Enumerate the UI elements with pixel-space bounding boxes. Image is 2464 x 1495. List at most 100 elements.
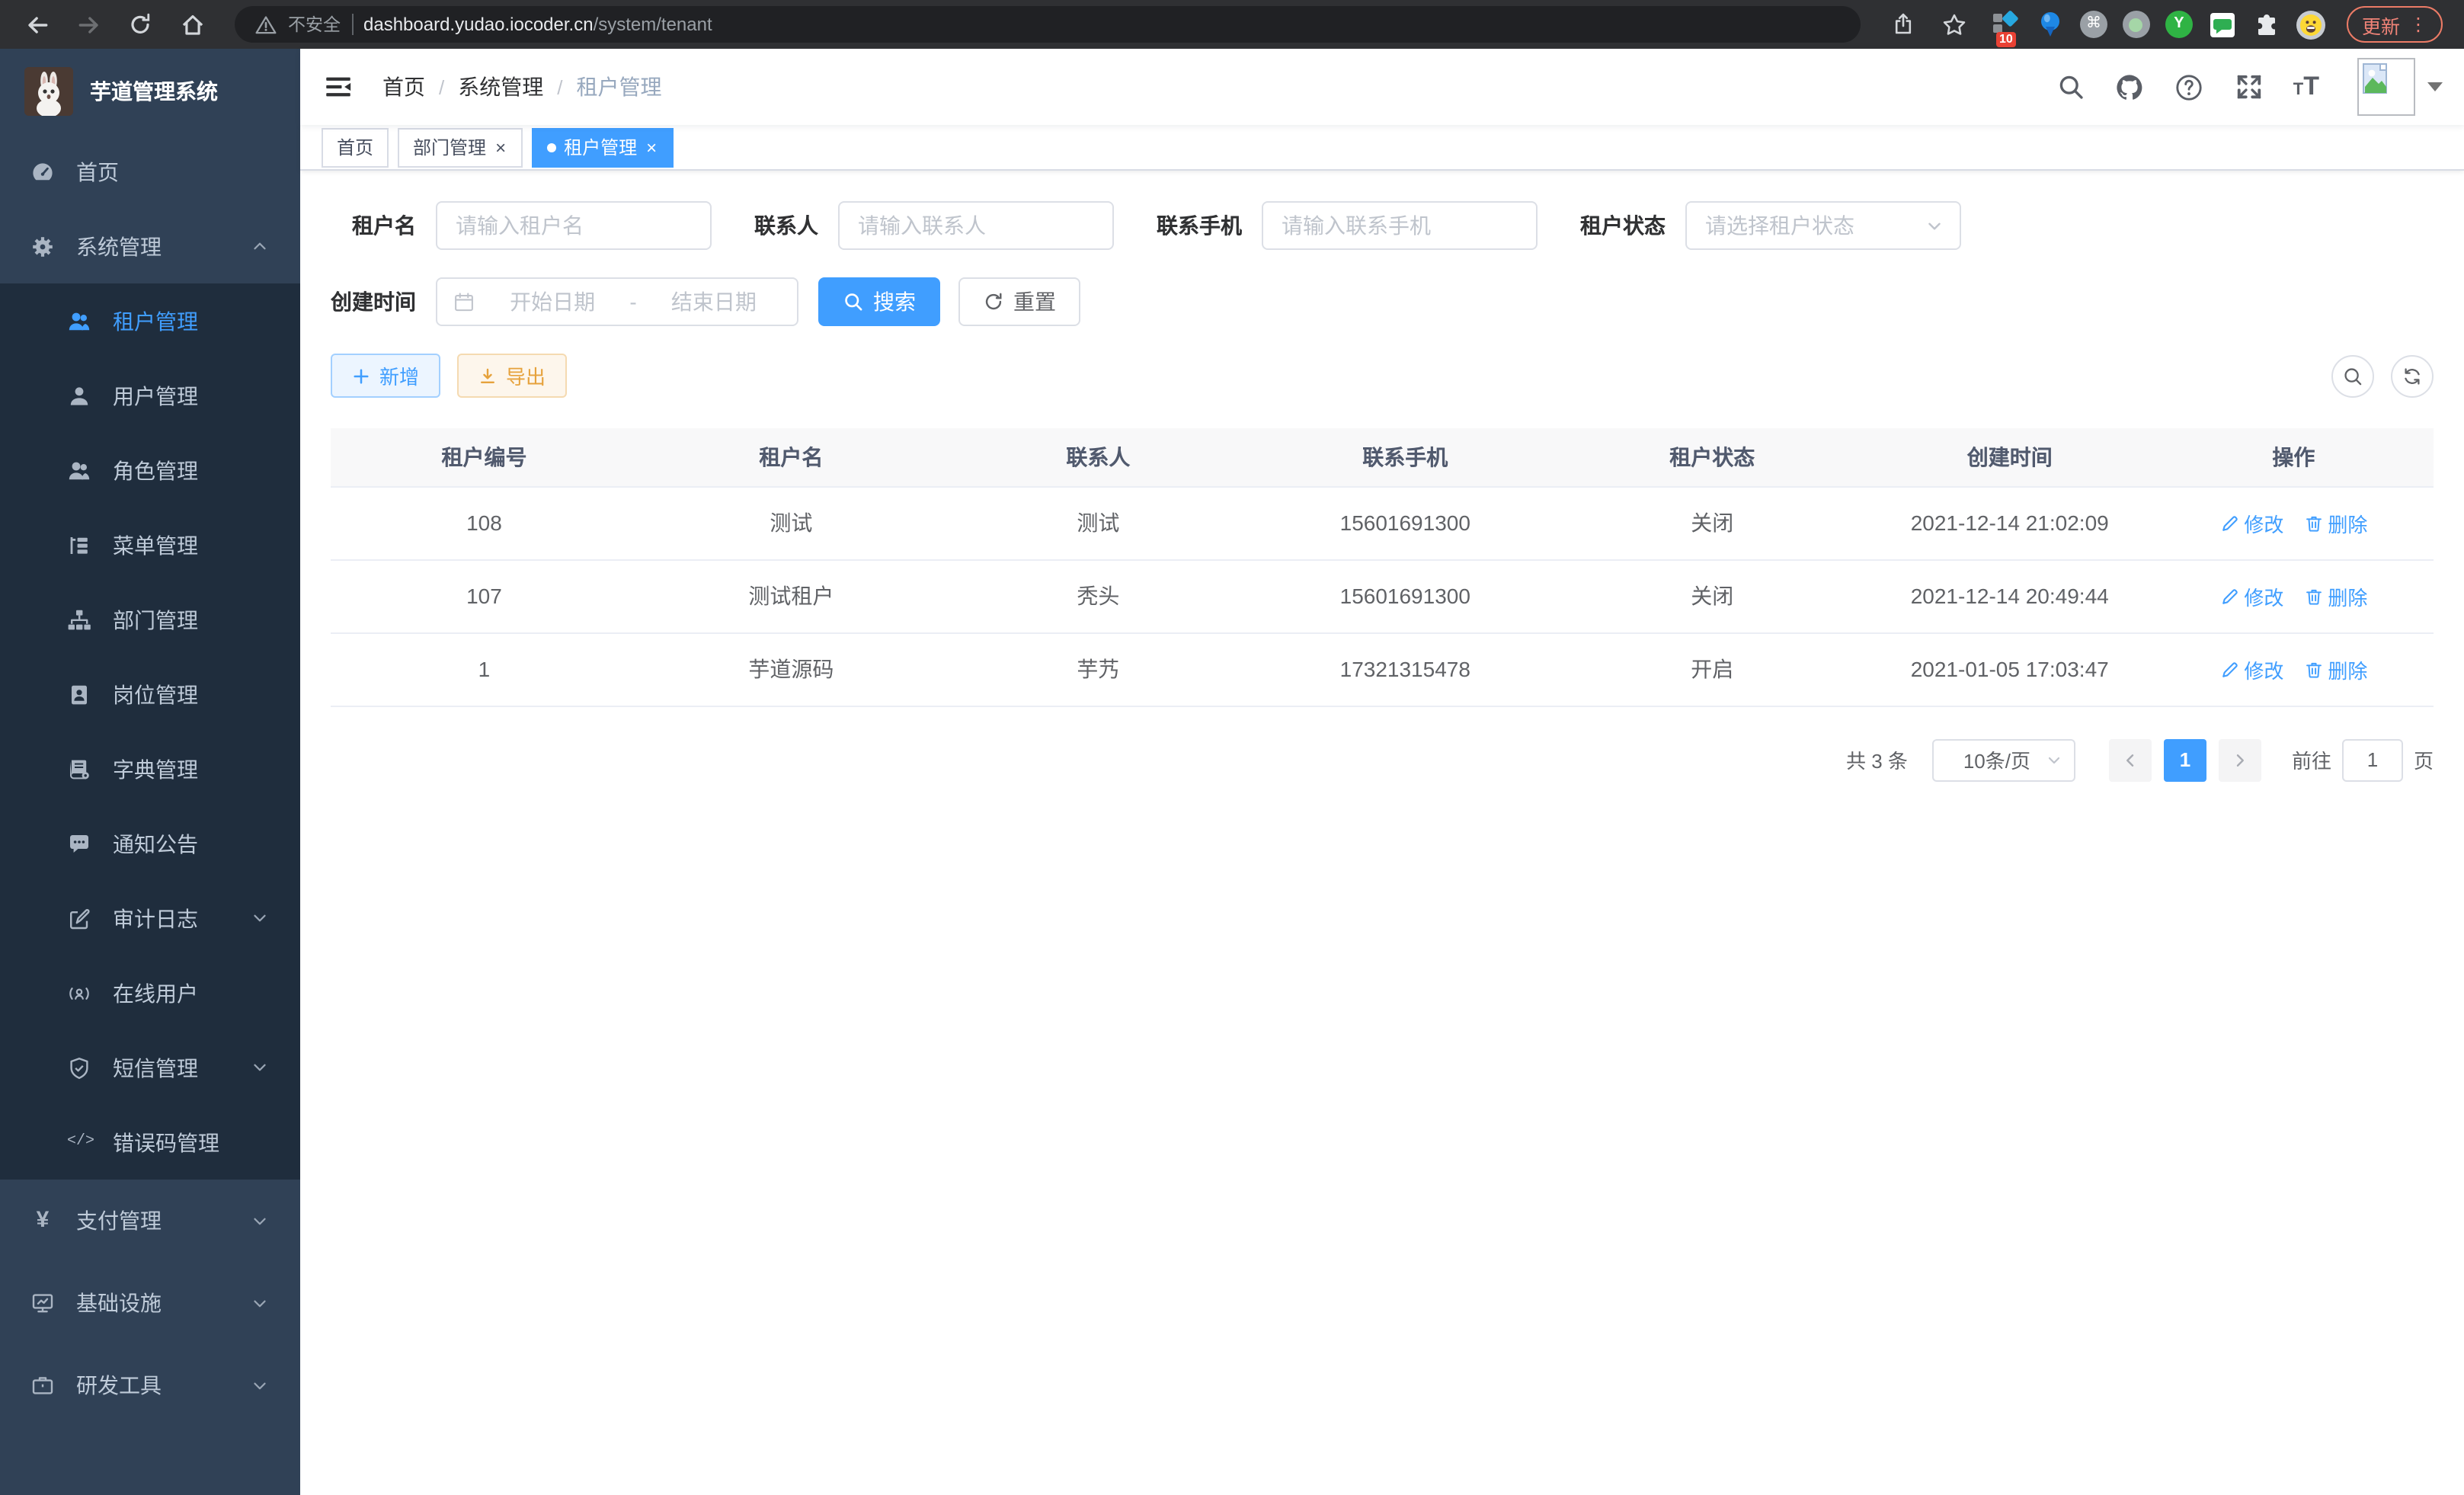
sidebar-group-pay[interactable]: ¥ 支付管理 <box>0 1180 300 1262</box>
close-icon[interactable]: × <box>645 138 658 156</box>
edit-icon <box>2219 513 2239 533</box>
font-size-icon[interactable]: TT <box>2293 72 2319 102</box>
col-actions: 操作 <box>2154 428 2434 486</box>
chevron-down-icon <box>250 1058 270 1077</box>
monitor-icon <box>30 1291 55 1315</box>
sidebar-group-infra[interactable]: 基础设施 <box>0 1262 300 1344</box>
sidebar-item-audit-log[interactable]: 审计日志 <box>0 881 300 956</box>
close-icon[interactable]: × <box>494 138 507 156</box>
status-label: 租户状态 <box>1580 210 1685 241</box>
sidebar-item-error-code[interactable]: </> 错误码管理 <box>0 1105 300 1180</box>
tab-home[interactable]: 首页 <box>322 127 389 167</box>
sidebar-item-home[interactable]: 首页 <box>0 134 300 209</box>
mobile-input[interactable] <box>1262 201 1538 250</box>
table-header-row: 租户编号 租户名 联系人 联系手机 租户状态 创建时间 操作 <box>331 428 2434 486</box>
col-mobile: 联系手机 <box>1252 428 1559 486</box>
browser-update-button[interactable]: 更新 ⋮ <box>2347 6 2443 43</box>
filter-row-2: 创建时间 开始日期 - 结束日期 <box>331 277 2434 326</box>
delete-link[interactable]: 删除 <box>2303 655 2367 683</box>
extension-command-icon[interactable]: ⌘ <box>2080 11 2107 38</box>
reset-button[interactable]: 重置 <box>958 277 1080 326</box>
tab-tenant[interactable]: 租户管理 × <box>532 127 674 167</box>
goto-page-input[interactable] <box>2342 738 2403 781</box>
security-label[interactable]: 不安全 <box>288 12 341 37</box>
mobile-label: 联系手机 <box>1157 210 1262 241</box>
tenant-name-input[interactable] <box>436 201 712 250</box>
header-search-icon[interactable] <box>2056 72 2086 102</box>
refresh-table-button[interactable] <box>2391 354 2434 397</box>
download-icon <box>478 367 497 385</box>
export-button[interactable]: 导出 <box>457 354 567 398</box>
col-status: 租户状态 <box>1559 428 1866 486</box>
status-select[interactable]: 请选择租户状态 <box>1685 201 1961 250</box>
profile-avatar-icon[interactable] <box>2296 10 2325 39</box>
browser-menu-icon[interactable]: ⋮ <box>2409 14 2427 35</box>
home-icon[interactable] <box>171 5 213 44</box>
delete-link[interactable]: 删除 <box>2303 581 2367 610</box>
sidebar-item-role[interactable]: 角色管理 <box>0 433 300 507</box>
navbar-actions: TT <box>2056 58 2443 116</box>
breadcrumb: 首页 / 系统管理 / 租户管理 <box>382 72 662 102</box>
prev-page-button[interactable] <box>2109 738 2152 781</box>
sidebar-item-tenant[interactable]: 租户管理 <box>0 283 300 358</box>
system-submenu: 租户管理 用户管理 角色管理 <box>0 283 300 1180</box>
sidebar-toggle-icon[interactable] <box>300 49 376 125</box>
help-icon[interactable] <box>2174 72 2205 102</box>
extension-y-icon[interactable]: Y <box>2165 11 2193 38</box>
tab-dept[interactable]: 部门管理 × <box>398 127 523 167</box>
edit-link[interactable]: 修改 <box>2219 655 2283 683</box>
search-button[interactable]: 搜索 <box>818 277 940 326</box>
not-secure-warning-icon[interactable] <box>253 5 277 44</box>
sidebar-group-system[interactable]: 系统管理 <box>0 209 300 283</box>
sidebar-item-notice[interactable]: 通知公告 <box>0 806 300 881</box>
toggle-search-button[interactable] <box>2331 354 2374 397</box>
sitemap-icon <box>67 607 91 632</box>
tags-bar: 首页 部门管理 × 租户管理 × <box>300 125 2464 171</box>
sidebar-item-dept[interactable]: 部门管理 <box>0 582 300 657</box>
back-icon[interactable] <box>15 5 58 44</box>
contact-label: 联系人 <box>754 210 838 241</box>
fullscreen-icon[interactable] <box>2234 72 2264 102</box>
forward-icon[interactable] <box>67 5 110 44</box>
breadcrumb-separator: / <box>557 75 562 98</box>
extension-dot-icon[interactable] <box>2123 11 2150 38</box>
sidebar-item-online-users[interactable]: 在线用户 <box>0 956 300 1030</box>
edit-link[interactable]: 修改 <box>2219 581 2283 610</box>
bookmark-star-icon[interactable] <box>1934 5 1976 44</box>
github-icon[interactable] <box>2115 72 2146 102</box>
sidebar-item-post[interactable]: 岗位管理 <box>0 657 300 731</box>
roles-icon <box>67 458 91 482</box>
add-button[interactable]: 新增 <box>331 354 440 398</box>
sidebar-item-dict[interactable]: 字典管理 <box>0 731 300 806</box>
sidebar-item-user[interactable]: 用户管理 <box>0 358 300 433</box>
reload-icon[interactable] <box>119 5 162 44</box>
table-row: 1 芋道源码 芋艿 17321315478 开启 2021-01-05 17:0… <box>331 632 2434 706</box>
edit-link[interactable]: 修改 <box>2219 508 2283 537</box>
breadcrumb-system[interactable]: 系统管理 <box>458 72 543 102</box>
chevron-down-icon <box>2045 751 2063 769</box>
page-size-select[interactable]: 10条/页 <box>1932 738 2075 781</box>
sidebar-item-sms[interactable]: 短信管理 <box>0 1030 300 1105</box>
table-row: 108 测试 测试 15601691300 关闭 2021-12-14 21:0… <box>331 486 2434 559</box>
sidebar-item-menu[interactable]: 菜单管理 <box>0 507 300 582</box>
date-range-picker[interactable]: 开始日期 - 结束日期 <box>436 277 798 326</box>
tenant-table: 租户编号 租户名 联系人 联系手机 租户状态 创建时间 操作 108 测试 <box>331 428 2434 706</box>
extension-grid-icon[interactable]: 10 <box>1992 10 2021 39</box>
user-avatar-dropdown[interactable] <box>2357 58 2443 116</box>
sidebar-group-devtools[interactable]: 研发工具 <box>0 1344 300 1426</box>
extensions-puzzle-icon[interactable] <box>2252 10 2281 39</box>
extension-balloon-icon[interactable] <box>2036 10 2065 39</box>
breadcrumb-home[interactable]: 首页 <box>382 72 425 102</box>
chevron-down-icon <box>250 1211 270 1231</box>
delete-link[interactable]: 删除 <box>2303 508 2367 537</box>
dictionary-icon <box>67 757 91 781</box>
page-number-1[interactable]: 1 <box>2164 738 2206 781</box>
comment-icon <box>67 831 91 856</box>
contact-input[interactable] <box>838 201 1114 250</box>
page-url[interactable]: dashboard.yudao.iocoder.cn/system/tenant <box>363 14 712 35</box>
share-icon[interactable] <box>1882 5 1925 44</box>
address-bar[interactable]: 不安全 dashboard.yudao.iocoder.cn/system/te… <box>235 6 1861 43</box>
sidebar-logo-row[interactable]: 芋道管理系统 <box>0 49 300 134</box>
next-page-button[interactable] <box>2219 738 2261 781</box>
extension-chat-icon[interactable] <box>2208 10 2237 39</box>
